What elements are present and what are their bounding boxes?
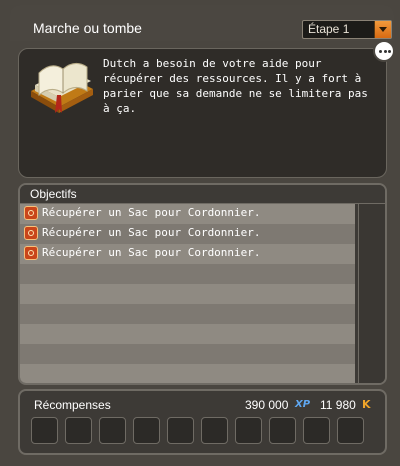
- empty-row: [20, 284, 355, 304]
- quest-description-text: Dutch a besoin de votre aide pour récupé…: [103, 57, 368, 115]
- objectives-panel: Objectifs Récupérer un Sac pour Cordonni…: [18, 183, 387, 385]
- objectives-header: Objectifs: [20, 185, 385, 204]
- empty-row: [20, 304, 355, 324]
- step-dropdown[interactable]: Étape 1: [302, 20, 392, 39]
- objective-icon: [24, 206, 38, 220]
- empty-row: [20, 344, 355, 364]
- kamas-value: 11 980: [320, 398, 356, 412]
- rewards-header: Récompenses: [34, 398, 111, 412]
- quest-title: Marche ou tombe: [33, 20, 142, 36]
- empty-row: [20, 324, 355, 344]
- objectives-list: Récupérer un Sac pour Cordonnier. Récupé…: [20, 204, 355, 383]
- objective-label: Récupérer un Sac pour Cordonnier.: [42, 246, 261, 259]
- reward-slot[interactable]: [65, 417, 92, 444]
- empty-row: [20, 264, 355, 284]
- objective-row: Récupérer un Sac pour Cordonnier.: [20, 244, 355, 264]
- step-dropdown-value: Étape 1: [308, 22, 350, 36]
- book-icon: [31, 63, 93, 113]
- quest-panel: Marche ou tombe Étape 1 Dutch a besoin d…: [0, 0, 400, 466]
- reward-slot[interactable]: [167, 417, 194, 444]
- reward-slot[interactable]: [337, 417, 364, 444]
- objective-icon: [24, 246, 38, 260]
- quest-header: Marche ou tombe Étape 1: [10, 5, 394, 41]
- reward-slot[interactable]: [269, 417, 296, 444]
- reward-slot[interactable]: [235, 417, 262, 444]
- objective-label: Récupérer un Sac pour Cordonnier.: [42, 206, 261, 219]
- reward-slot[interactable]: [99, 417, 126, 444]
- xp-icon: XP: [295, 399, 311, 410]
- reward-slot[interactable]: [303, 417, 330, 444]
- objective-icon: [24, 226, 38, 240]
- objective-row: Récupérer un Sac pour Cordonnier.: [20, 204, 355, 224]
- chevron-down-icon[interactable]: [374, 21, 391, 38]
- reward-slots: [31, 417, 364, 445]
- xp-value: 390 000: [245, 398, 289, 412]
- objectives-scrollbar[interactable]: [358, 204, 385, 383]
- reward-slot[interactable]: [31, 417, 58, 444]
- objective-label: Récupérer un Sac pour Cordonnier.: [42, 226, 261, 239]
- reward-slot[interactable]: [133, 417, 160, 444]
- objective-row: Récupérer un Sac pour Cordonnier.: [20, 224, 355, 244]
- rewards-panel: Récompenses 390 000 XP 11 980 K: [18, 389, 387, 455]
- chat-bubble-icon[interactable]: [373, 40, 395, 62]
- empty-row: [20, 364, 355, 383]
- kamas-icon: K: [362, 398, 371, 411]
- quest-description-card: Dutch a besoin de votre aide pour récupé…: [18, 48, 387, 178]
- reward-slot[interactable]: [201, 417, 228, 444]
